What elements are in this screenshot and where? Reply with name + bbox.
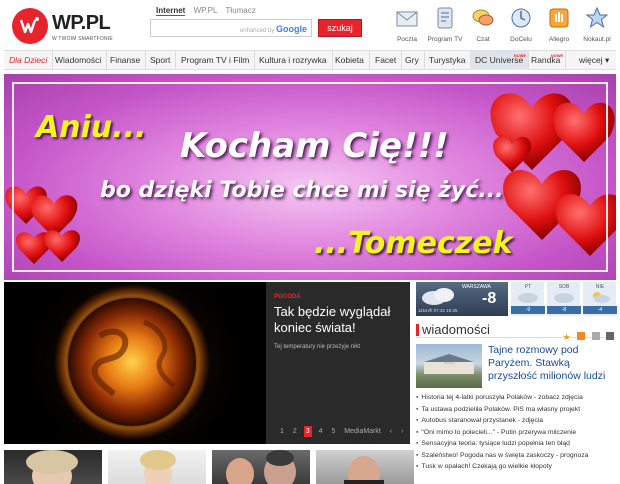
news-list: Historia tej 4-latki poruszyła Polaków -… (416, 392, 616, 473)
banner-line-3: bo dzięki Tobie chce mi się żyć... (100, 178, 504, 203)
mail-icon (396, 11, 418, 27)
thumbnail[interactable] (316, 450, 414, 484)
promo-banner[interactable]: Aniu... Kocham Cię!!! bo dzięki Tobie ch… (4, 74, 616, 280)
news-tools: ★ (561, 327, 614, 342)
pager-page-4[interactable]: 4 (317, 426, 325, 437)
weather-day: NIE -4 (582, 282, 617, 316)
nav-item-wiadomosci[interactable]: Wiadomości (50, 51, 108, 70)
weather-temp: -8 (482, 290, 497, 307)
settings-icon[interactable] (591, 332, 600, 340)
feature-subtitle[interactable]: Tej temperatury nie przeżyje nikt (274, 344, 406, 350)
chevron-down-icon: ▾ (605, 55, 610, 65)
burning-earth-icon (54, 284, 210, 440)
person-photo-icon (140, 450, 176, 484)
palace-icon (424, 354, 474, 374)
main-nav: Dla Dzieci Wiadomości Finanse Sport Prog… (4, 50, 616, 70)
feature-title[interactable]: Tak będzie wyglądał koniec świata! (274, 304, 406, 336)
search-button[interactable]: szukaj (318, 19, 362, 37)
pager-page-5[interactable]: 5 (329, 426, 337, 437)
list-item[interactable]: Ta ustawa podzieliła Polaków. PiS ma wła… (416, 404, 616, 416)
pager-page-1[interactable]: 1 (278, 426, 286, 437)
nav-item-randka[interactable]: Randka NOWE (526, 51, 567, 70)
weather-day: PT -9 (510, 282, 545, 316)
weather-widget[interactable]: WARSZAWA -8 11km/h 07:42 15:25 PT -9 SOB… (416, 282, 617, 316)
people-photo-icon (226, 450, 296, 484)
pager-page-2[interactable]: 2 (291, 426, 299, 437)
allegro-icon (549, 8, 569, 28)
feature-image[interactable] (4, 282, 266, 444)
nokaut-icon (585, 6, 609, 29)
nav-item-turystyka[interactable]: Turystyka (424, 51, 472, 70)
star-icon[interactable]: ★ (563, 333, 571, 342)
thumbnail[interactable] (212, 450, 310, 484)
nav-item-facet[interactable]: Facet (370, 51, 403, 70)
wp-logo[interactable]: WP.PL W TWOIM SMARTFONIE (10, 6, 120, 46)
feature-category: POGODA (274, 294, 301, 300)
search-area: Internet WP.PL Tłumacz enhanced by Googl… (150, 6, 370, 42)
pager-prev-icon[interactable]: ‹ (388, 426, 394, 437)
person-photo-icon (26, 450, 78, 484)
news-header: wiadomości ★ (416, 322, 616, 342)
service-nokaut[interactable]: Nokaut.pl (576, 6, 618, 46)
cloud-icon (422, 288, 454, 305)
logo-text: WP.PL (52, 12, 111, 34)
nav-item-gry[interactable]: Gry (400, 51, 425, 70)
list-item[interactable]: Sensacyjna teoria: tysiące ludzi popełni… (416, 438, 616, 450)
header: WP.PL W TWOIM SMARTFONIE Internet WP.PL … (0, 0, 620, 48)
docelu-icon (511, 8, 531, 28)
close-icon[interactable] (606, 332, 614, 340)
nav-item-program-tv[interactable]: Program TV i Film (176, 51, 256, 70)
nav-item-finanse[interactable]: Finanse (105, 51, 147, 70)
banner-line-2: Kocham Cię!!! (180, 126, 449, 166)
tv-program-icon (437, 7, 453, 29)
wp-logo-icon (12, 8, 48, 44)
list-item[interactable]: Autobus staranował przystanek - zdjęcia (416, 415, 616, 427)
list-item[interactable]: Tusk w opałach! Czekają go wielkie kłopo… (416, 461, 616, 473)
list-item[interactable]: Szaleństwo! Pogoda nas w święta zaskoczy… (416, 450, 616, 462)
chat-icon (472, 9, 494, 26)
search-tab-wp[interactable]: WP.PL (194, 6, 218, 15)
nav-item-sport[interactable]: Sport (145, 51, 177, 70)
nav-item-kultura[interactable]: Kultura i rozrywka (254, 51, 333, 70)
list-item[interactable]: "Oni mimo to polecieli..." - Putin przer… (416, 427, 616, 439)
photo-thumbnails (4, 450, 414, 484)
weather-details: 11km/h 07:42 15:25 (418, 308, 458, 313)
sun-cloud-icon (593, 292, 610, 303)
nav-item-kobieta[interactable]: Kobieta (330, 51, 370, 70)
rss-icon[interactable] (577, 332, 586, 340)
pager-next-icon[interactable]: › (399, 426, 405, 437)
search-tab-internet[interactable]: Internet (156, 6, 186, 16)
logo-tagline: W TWOIM SMARTFONIE (52, 36, 113, 42)
thumbnail[interactable] (4, 450, 102, 484)
person-photo-icon (344, 456, 384, 484)
nav-item-dc-universe[interactable]: DC Universe NOWE (470, 51, 530, 70)
weather-day: SOB -8 (546, 282, 581, 316)
search-tab-translator[interactable]: Tłumacz (226, 6, 256, 15)
pager-page-3[interactable]: 3 (303, 426, 312, 437)
feature-pager: 1 2 3 4 5 MediaMarkt ‹ › (278, 426, 408, 438)
services-bar: Poczta Program TV Czat DoCelu Allegro No… (386, 6, 618, 46)
cloud-icon (554, 293, 574, 303)
search-tabs: Internet WP.PL Tłumacz (156, 6, 262, 16)
feature-slider: POGODA Tak będzie wyglądał koniec świata… (4, 282, 410, 444)
weather-current: WARSZAWA -8 11km/h 07:42 15:25 (416, 282, 508, 316)
news-section: wiadomości ★ Tajne rozmowy pod Paryżem. … (416, 320, 616, 484)
section-marker (416, 324, 419, 336)
new-badge: NOWE (513, 53, 527, 58)
banner-line-4: ...Tomeczek (314, 226, 513, 261)
search-input[interactable]: enhanced by Google (150, 19, 312, 37)
news-top-image[interactable] (416, 344, 482, 388)
banner-line-1: Aniu... (36, 110, 147, 145)
cloud-icon (518, 293, 538, 303)
thumbnail[interactable] (108, 450, 206, 484)
news-title[interactable]: wiadomości (422, 322, 490, 337)
google-branding: enhanced by Google (239, 24, 307, 34)
feature-text-panel: POGODA Tak będzie wyglądał koniec świata… (266, 282, 410, 444)
list-item[interactable]: Historia tej 4-latki poruszyła Polaków -… (416, 392, 616, 404)
new-badge: NOWE (550, 53, 564, 58)
pager-sponsor[interactable]: MediaMarkt (342, 426, 383, 437)
news-top-headline[interactable]: Tajne rozmowy pod Paryżem. Stawką przysz… (488, 344, 616, 383)
nav-more[interactable]: więcej ▾ (574, 51, 614, 70)
nav-item-dla-dzieci[interactable]: Dla Dzieci (4, 51, 54, 70)
